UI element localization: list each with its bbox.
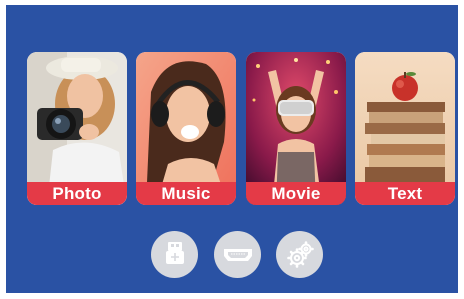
tile-text-label: Text	[355, 182, 455, 205]
hdmi-button[interactable]	[214, 231, 261, 278]
usb-button[interactable]	[151, 231, 198, 278]
usb-icon	[165, 241, 184, 264]
tile-photo[interactable]: Photo	[27, 52, 127, 205]
tile-music[interactable]: Music	[136, 52, 236, 205]
tile-text[interactable]: Text	[355, 52, 455, 205]
hdmi-icon	[223, 248, 252, 261]
settings-button[interactable]	[276, 231, 323, 278]
tile-photo-label: Photo	[27, 182, 127, 205]
screen-frame: Photo Music Movie Text	[6, 5, 458, 293]
tile-movie[interactable]: Movie	[246, 52, 346, 205]
tile-music-label: Music	[136, 182, 236, 205]
gear-icon	[286, 240, 314, 268]
tile-movie-label: Movie	[246, 182, 346, 205]
